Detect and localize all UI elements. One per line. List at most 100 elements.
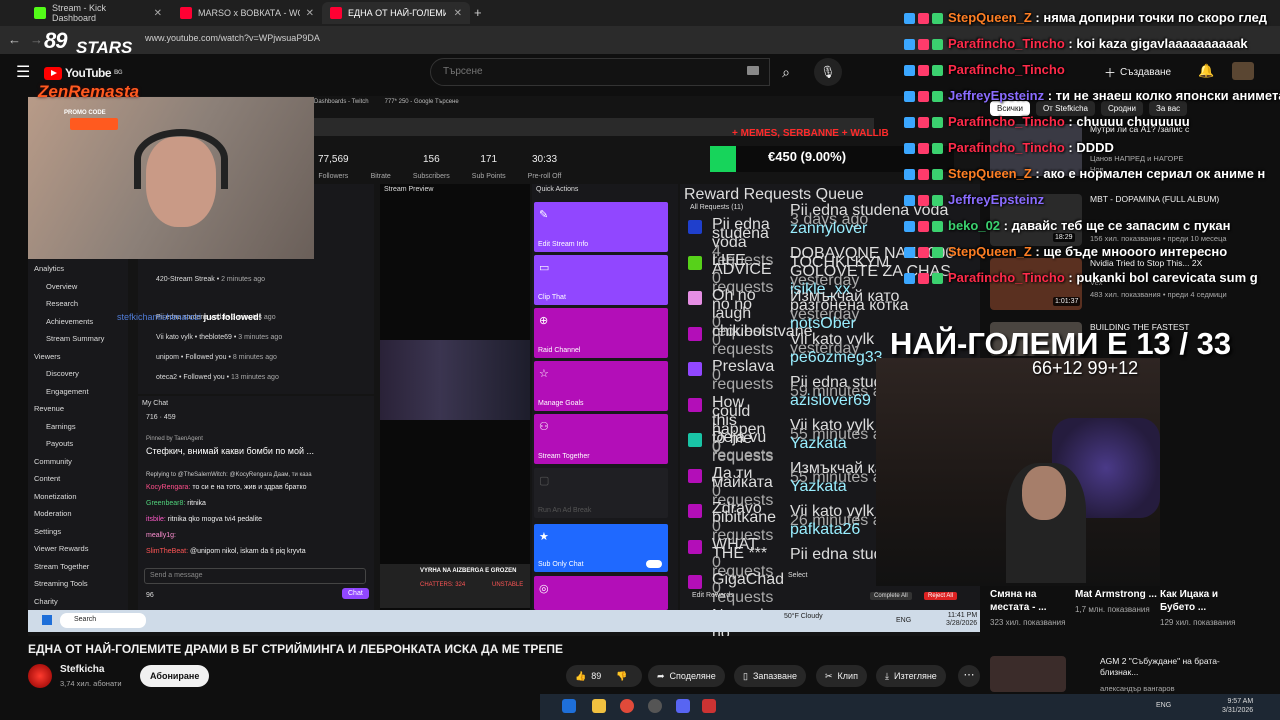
browser-tab-marso[interactable]: MARSO x ВОВКАТА - WOW (OF ✕ — [172, 2, 322, 24]
browser-tab-kick[interactable]: Stream - Kick Dashboard ✕ — [26, 2, 170, 24]
start-icon[interactable] — [562, 699, 576, 713]
quick-action-sub-only-chat[interactable]: ★ Sub Only Chat — [534, 524, 668, 572]
reward-item[interactable]: Preslava 0 requests — [688, 359, 774, 393]
badge-icon — [932, 195, 943, 207]
quick-action-manage-goals[interactable]: ☆ Manage Goals — [534, 361, 668, 411]
browser-tab-active[interactable]: ЕДНА ОТ НАЙ-ГОЛЕМИТЕ ✕ — [322, 2, 470, 24]
menu-icon[interactable]: ☰ — [16, 62, 30, 82]
nav-charity[interactable]: Charity — [28, 593, 128, 611]
chat-overlay-line: beko_02 : давайс теб ще се запасим с пук… — [904, 218, 1231, 238]
badge-icon — [904, 117, 915, 129]
nav-content[interactable]: Content — [28, 470, 128, 488]
thumbs-up-icon[interactable]: 👍 — [575, 671, 586, 682]
chat-separator: : — [1064, 140, 1077, 155]
quick-action-raid-channel[interactable]: ⊕ Raid Channel — [534, 308, 668, 358]
reward-item[interactable]: Zdravo bibitkane 0 requests — [688, 501, 776, 544]
search-button[interactable]: ⌕ — [770, 58, 802, 86]
select-checkbox[interactable]: Select — [788, 572, 807, 579]
chat-button[interactable]: Chat — [342, 588, 369, 599]
nav-achievements[interactable]: Achievements — [28, 313, 128, 331]
nav-discovery[interactable]: Discovery — [28, 365, 128, 383]
save-button[interactable]: ▯ Запазване — [734, 665, 806, 687]
mic-button[interactable]: 🎙 — [814, 58, 842, 86]
back-icon[interactable]: ← — [8, 32, 21, 47]
chat-username: Parafincho_Tincho — [948, 62, 1065, 77]
badge-icon — [932, 117, 943, 129]
like-dislike-button[interactable]: 👍 89 👎 — [566, 665, 642, 687]
thumbs-down-icon[interactable]: 👎 — [616, 671, 627, 682]
chat-separator: : — [1031, 244, 1044, 259]
keyboard-icon[interactable] — [747, 66, 759, 75]
url-field[interactable]: www.youtube.com/watch?v=WPjwsuaP9DA — [145, 33, 320, 43]
youtube-logo[interactable]: YouTube BG — [44, 66, 123, 80]
reward-icon — [688, 504, 702, 518]
quick-action-emote[interactable]: ◎ — [534, 576, 668, 610]
nav-stream-together[interactable]: Stream Together — [28, 558, 128, 576]
nav-analytics[interactable]: Analytics — [28, 260, 128, 278]
short-card[interactable]: Как Ицака и Бубето ... 129 хил. показвани… — [1160, 588, 1248, 628]
nav-moderation[interactable]: Moderation — [28, 505, 128, 523]
search-input[interactable] — [431, 59, 731, 84]
badge-icon — [904, 273, 915, 285]
activity-item: 420-Stream Streak • 2 minutes ago — [156, 276, 266, 283]
nav-viewer-rewards[interactable]: Viewer Rewards — [28, 540, 128, 558]
clip-button[interactable]: ✂ Клип — [816, 665, 867, 687]
nav-research[interactable]: Research — [28, 295, 128, 313]
reward-item[interactable]: Deja vu 0 requests — [688, 430, 773, 464]
nav-streaming-tools[interactable]: Streaming Tools — [28, 575, 128, 593]
complete-all-button[interactable]: Complete All — [870, 592, 912, 600]
tab-title: MARSO x ВОВКАТА - WOW (OF — [198, 8, 300, 18]
recommendation-item[interactable]: AGM 2 "Събуждане" на брата-близнак... ал… — [990, 656, 1250, 693]
capture-browser-tabs: Dashboards - Twitch 777* 250 - Google Тъ… — [314, 99, 459, 115]
send-message-input[interactable]: Send a message — [144, 568, 366, 584]
scissors-icon: ✂ — [825, 670, 833, 681]
reward-item[interactable]: chikiboistvane 0 requests — [688, 323, 813, 357]
badge-icon — [918, 143, 929, 155]
video-thumbnail[interactable] — [990, 656, 1066, 692]
system-clock[interactable]: 9:57 AM 3/31/2026 — [1222, 697, 1253, 715]
system-lang[interactable]: ENG — [1156, 702, 1171, 709]
nav-engagement[interactable]: Engagement — [28, 383, 128, 401]
discord-icon[interactable] — [676, 699, 690, 713]
nav-overview[interactable]: Overview — [28, 278, 128, 296]
nav-settings[interactable]: Settings — [28, 523, 128, 541]
reject-all-button[interactable]: Reject All — [924, 592, 958, 600]
nav-viewers[interactable]: Viewers — [28, 348, 128, 366]
app-icon[interactable] — [702, 699, 716, 713]
nav-monetization[interactable]: Monetization — [28, 488, 128, 506]
new-tab-icon[interactable]: + — [474, 5, 482, 20]
headphones — [134, 129, 228, 189]
toggle-switch[interactable] — [646, 560, 662, 568]
share-button[interactable]: ➦ Споделяне — [648, 665, 725, 687]
quick-action-run-ad[interactable]: ▢ Run An Ad Break — [534, 468, 668, 518]
nav-payouts[interactable]: Payouts — [28, 435, 128, 453]
file-explorer-icon[interactable] — [592, 699, 606, 713]
stat-sub-points: 171 Sub Points — [471, 154, 506, 180]
badge-icon — [904, 221, 915, 233]
download-button[interactable]: ⤓ Изтегляне — [876, 665, 946, 687]
quick-action-stream-together[interactable]: ⚇ Stream Together — [534, 414, 668, 464]
short-card[interactable]: Mat Armstrong ... 1,7 млн. показвания — [1075, 588, 1163, 615]
more-actions-icon[interactable]: ⋯ — [958, 665, 980, 687]
nav-revenue[interactable]: Revenue — [28, 400, 128, 418]
quick-action-clip-that[interactable]: ▭ Clip That — [534, 255, 668, 305]
short-card[interactable]: Смяна на местата - ... 323 хил. показвани… — [990, 588, 1078, 628]
close-icon[interactable]: ✕ — [306, 8, 314, 19]
quick-action-edit-stream-info[interactable]: ✎ Edit Stream Info — [534, 202, 668, 252]
capture-clock: 11:41 PM 3/28/2026 — [946, 612, 978, 627]
close-icon[interactable]: ✕ — [154, 8, 162, 19]
chat-separator: : — [1031, 10, 1044, 25]
channel-name[interactable]: Stefkicha — [60, 664, 104, 675]
obs-icon[interactable] — [648, 699, 662, 713]
channel-avatar[interactable] — [28, 664, 52, 688]
nav-earnings[interactable]: Earnings — [28, 418, 128, 436]
nav-stream-summary[interactable]: Stream Summary — [28, 330, 128, 348]
subscribe-button[interactable]: Абониране — [140, 665, 210, 687]
badge-icon — [932, 247, 943, 259]
edit-rewards-link[interactable]: Edit Rewards — [692, 592, 734, 599]
reward-filter[interactable]: All Requests (11) — [690, 204, 743, 211]
close-icon[interactable]: ✕ — [454, 8, 462, 19]
chrome-icon[interactable] — [620, 699, 634, 713]
forward-icon[interactable]: → — [30, 32, 43, 47]
nav-community[interactable]: Community — [28, 453, 128, 471]
